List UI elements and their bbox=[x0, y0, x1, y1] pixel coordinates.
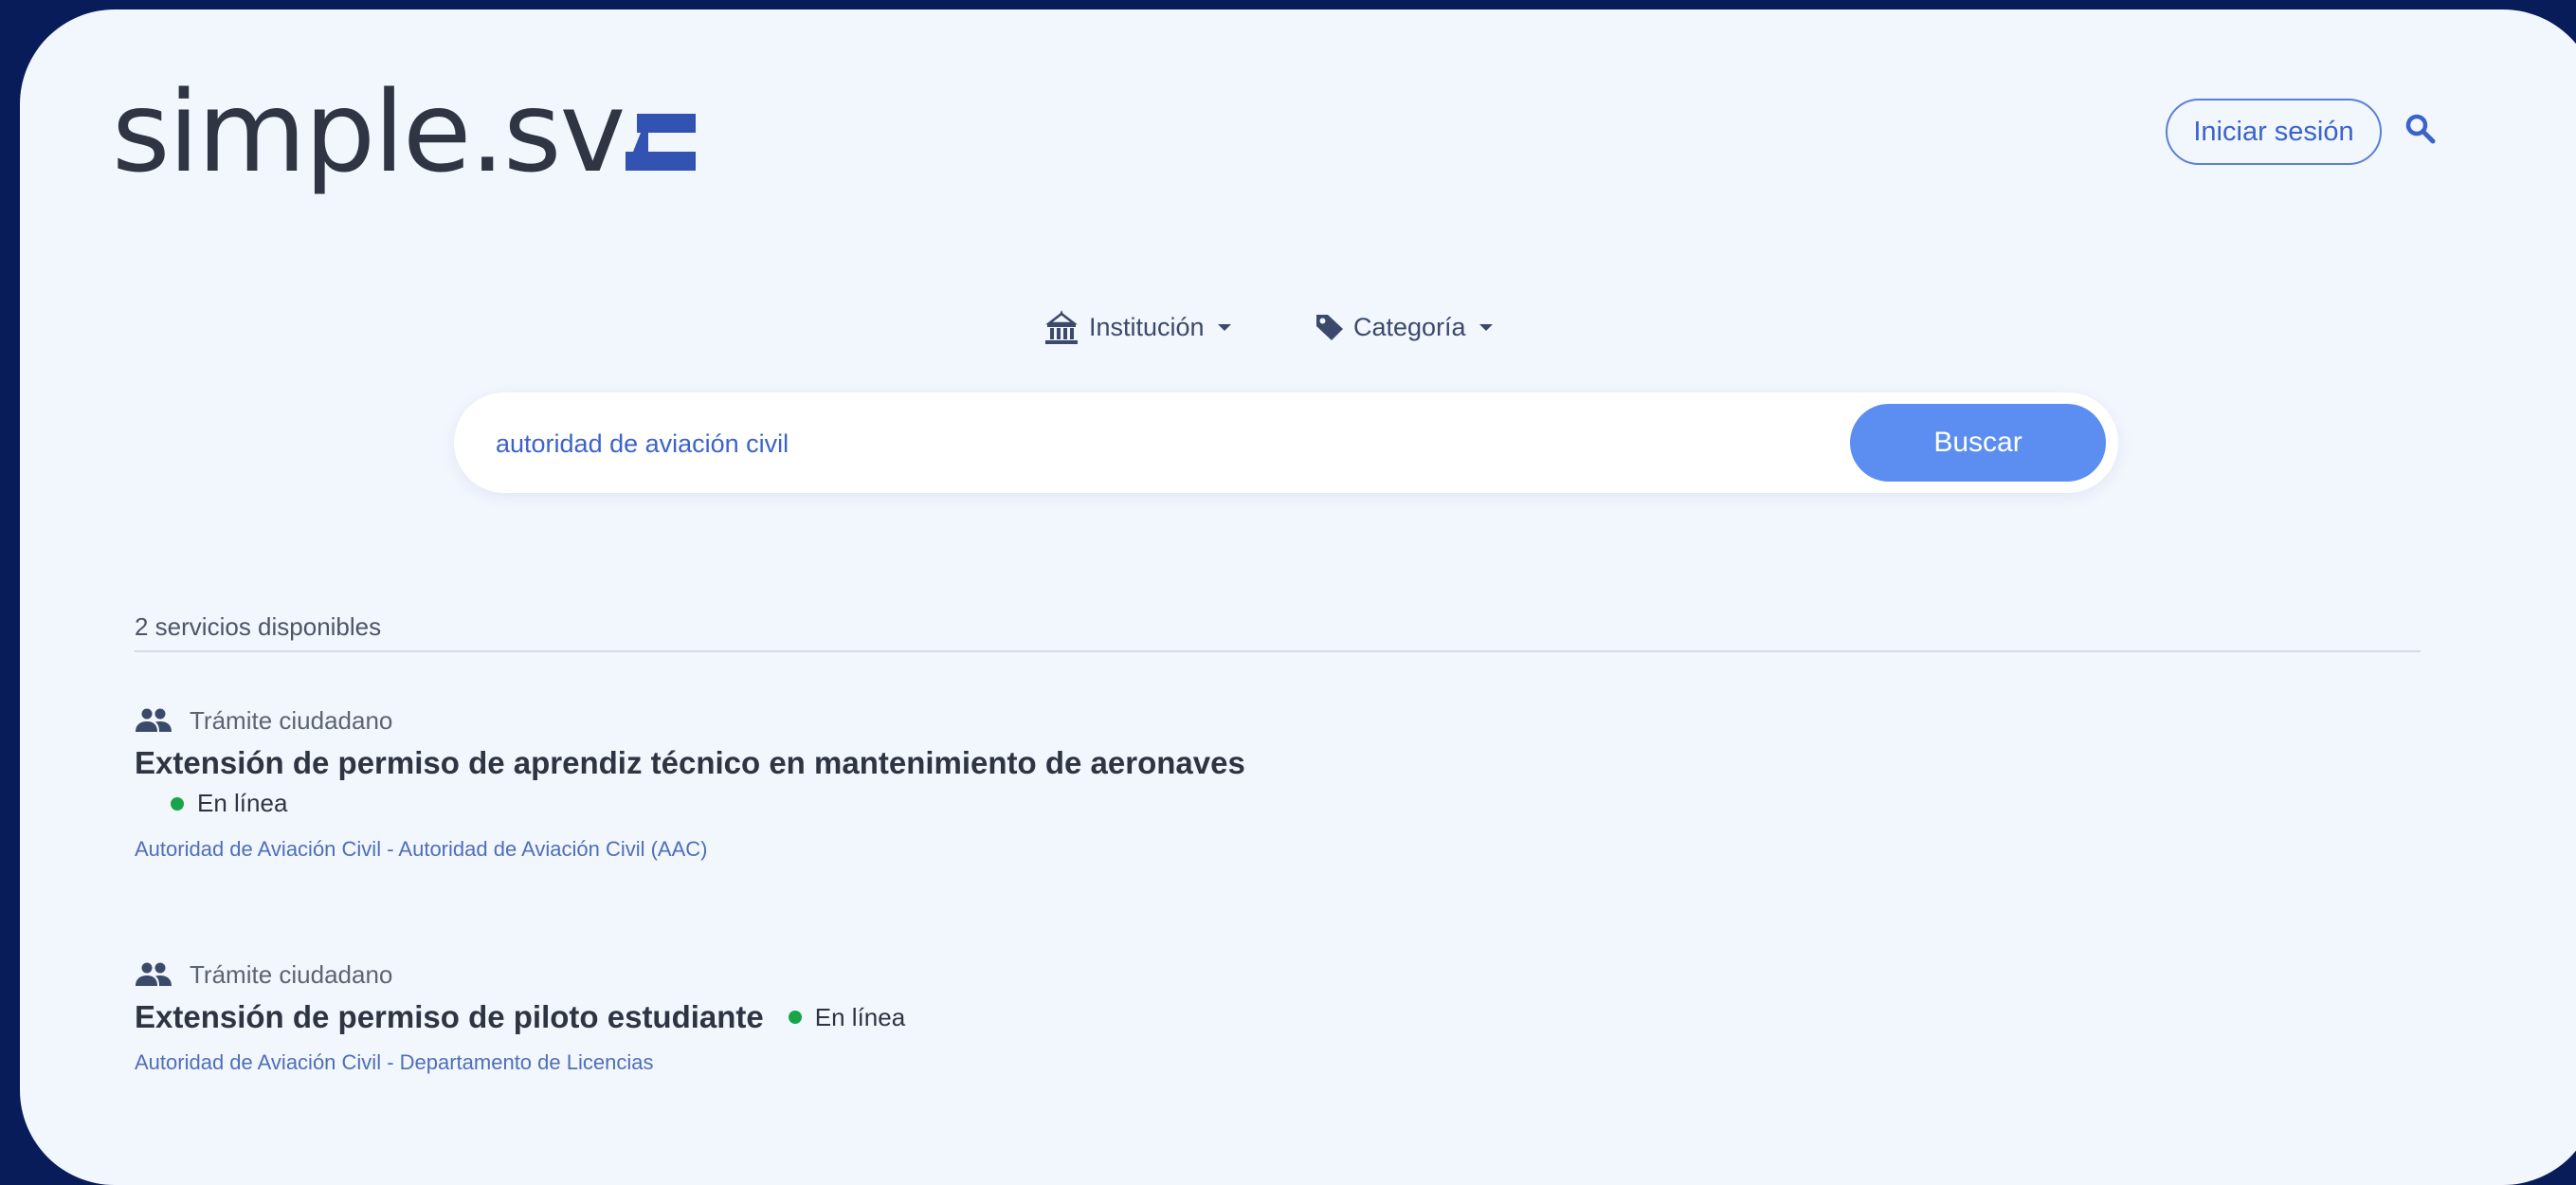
search-icon[interactable] bbox=[2404, 112, 2438, 146]
status-dot-icon bbox=[171, 796, 184, 811]
status-label: En línea bbox=[814, 1002, 906, 1031]
institution-link[interactable]: Autoridad de Aviación Civil - Autoridad … bbox=[135, 837, 1245, 862]
logo-text: simple.sv bbox=[112, 66, 626, 197]
result-title[interactable]: Extensión de permiso de aprendiz técnico… bbox=[135, 745, 1245, 781]
service-type-label: Trámite ciudadano bbox=[190, 959, 393, 989]
service-type: Trámite ciudadano bbox=[135, 956, 905, 994]
page-frame: simple.sv Iniciar sesión Institución Cat… bbox=[20, 9, 2576, 1185]
search-bar: Buscar bbox=[454, 392, 2118, 493]
logo[interactable]: simple.sv bbox=[112, 66, 697, 197]
list-item: Trámite ciudadano Extensión de permiso d… bbox=[135, 702, 1245, 862]
institution-link[interactable]: Autoridad de Aviación Civil - Departamen… bbox=[135, 1050, 905, 1075]
institution-filter[interactable]: Institución bbox=[1042, 305, 1231, 349]
status-badge: En línea bbox=[171, 789, 287, 818]
results-count: 2 servicios disponibles bbox=[135, 612, 382, 641]
people-icon bbox=[136, 708, 172, 732]
list-item: Trámite ciudadano Extensión de permiso d… bbox=[135, 956, 905, 1075]
people-icon bbox=[136, 962, 172, 986]
divider bbox=[135, 650, 2421, 652]
search-button[interactable]: Buscar bbox=[1850, 404, 2106, 482]
chevron-down-icon bbox=[1478, 323, 1493, 331]
flag-logo-icon bbox=[626, 114, 697, 171]
building-icon bbox=[1042, 307, 1081, 347]
category-filter-label: Categoría bbox=[1353, 312, 1466, 341]
status-dot-icon bbox=[788, 1011, 802, 1024]
status-label: En línea bbox=[197, 789, 288, 817]
login-button[interactable]: Iniciar sesión bbox=[2166, 99, 2382, 165]
category-filter[interactable]: Categoría bbox=[1314, 305, 1493, 349]
status-badge: En línea bbox=[788, 1002, 906, 1032]
service-type-label: Trámite ciudadano bbox=[190, 705, 393, 735]
result-title[interactable]: Extensión de permiso de piloto estudiant… bbox=[135, 999, 764, 1035]
search-input[interactable] bbox=[494, 417, 1711, 470]
service-type: Trámite ciudadano bbox=[135, 702, 1245, 739]
institution-filter-label: Institución bbox=[1089, 312, 1205, 341]
chevron-down-icon bbox=[1217, 323, 1231, 331]
tag-icon bbox=[1314, 311, 1346, 343]
